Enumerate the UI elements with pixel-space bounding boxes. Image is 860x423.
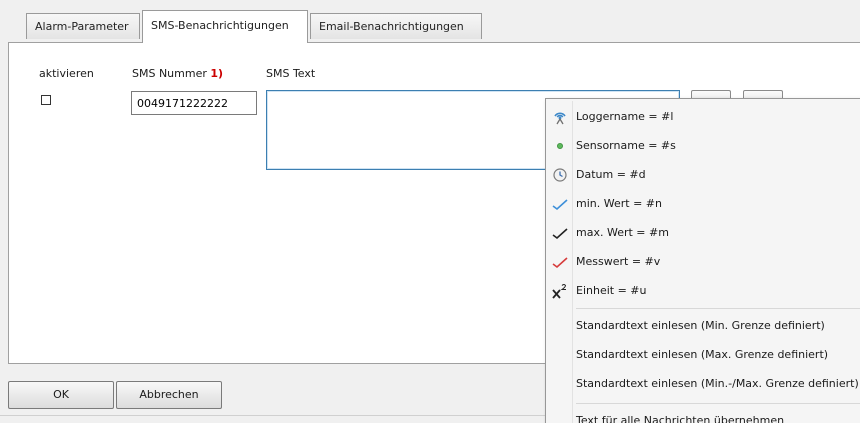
max-value-icon [552, 225, 568, 241]
sms-number-label-text: SMS Nummer [132, 67, 207, 80]
menu-item-apply-all[interactable]: Text für alle Nachrichten übernehmen [546, 406, 860, 423]
menu-separator [576, 403, 860, 404]
menu-item-einheit[interactable]: Einheit = #u [546, 276, 860, 306]
menu-item-sensorname[interactable]: Sensorname = #s [546, 131, 860, 161]
menu-item-min-wert[interactable]: min. Wert = #n [546, 189, 860, 219]
menu-item-label: Einheit = #u [576, 284, 647, 297]
menu-item-label: min. Wert = #n [576, 197, 662, 210]
sms-text-label: SMS Text [266, 67, 316, 80]
unit-superscript-icon [552, 283, 568, 299]
footnote-marker: 1) [210, 67, 224, 80]
min-value-icon [552, 196, 568, 212]
menu-item-label: Sensorname = #s [576, 139, 676, 152]
sms-number-input[interactable] [131, 91, 257, 115]
clock-icon [552, 167, 568, 183]
measured-value-icon [552, 254, 568, 270]
sms-number-label: SMS Nummer 1) [132, 67, 223, 80]
tab-bar: Alarm-Parameter SMS-Benachrichtigungen E… [0, 0, 860, 43]
tab-alarm-parameter[interactable]: Alarm-Parameter [26, 13, 140, 39]
menu-item-standardtext-min[interactable]: Standardtext einlesen (Min. Grenze defin… [546, 311, 860, 341]
tab-email-benachrichtigungen[interactable]: Email-Benachrichtigungen [310, 13, 482, 39]
placeholder-context-menu: Loggername = #l Sensorname = #s Datum = … [545, 98, 860, 423]
menu-item-standardtext-min-max[interactable]: Standardtext einlesen (Min.-/Max. Grenze… [546, 369, 860, 399]
activate-label: aktivieren [39, 67, 94, 80]
menu-separator [576, 308, 860, 309]
menu-item-label: Messwert = #v [576, 255, 661, 268]
menu-item-max-wert[interactable]: max. Wert = #m [546, 218, 860, 248]
menu-item-loggername[interactable]: Loggername = #l [546, 102, 860, 132]
menu-item-label: Loggername = #l [576, 110, 674, 123]
ok-button[interactable]: OK [8, 381, 114, 409]
menu-item-messwert[interactable]: Messwert = #v [546, 247, 860, 277]
activate-checkbox[interactable] [41, 95, 51, 105]
menu-item-label: Datum = #d [576, 168, 646, 181]
menu-item-standardtext-max[interactable]: Standardtext einlesen (Max. Grenze defin… [546, 340, 860, 370]
antenna-icon [552, 109, 568, 125]
sensor-dot-icon [552, 138, 568, 154]
menu-item-datum[interactable]: Datum = #d [546, 160, 860, 190]
cancel-button[interactable]: Abbrechen [116, 381, 222, 409]
tab-sms-benachrichtigungen[interactable]: SMS-Benachrichtigungen [142, 10, 308, 43]
menu-item-label: max. Wert = #m [576, 226, 669, 239]
